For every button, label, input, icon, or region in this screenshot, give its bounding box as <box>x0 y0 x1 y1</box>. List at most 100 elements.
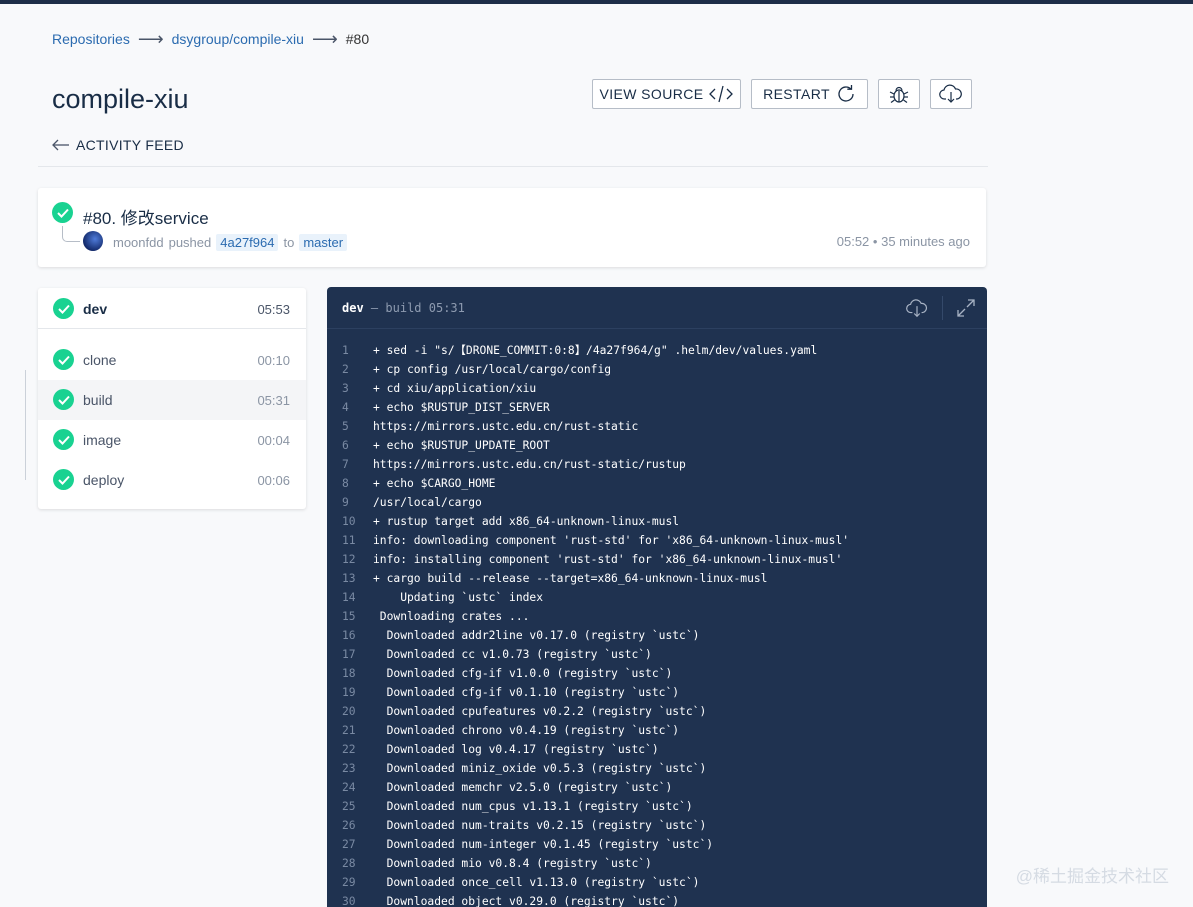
debug-button[interactable] <box>878 79 920 109</box>
log-line-number: 29 <box>342 876 356 889</box>
log-line: 2 + cp config /usr/local/cargo/config <box>327 360 849 379</box>
log-line: 8 + echo $CARGO_HOME <box>327 474 849 493</box>
log-line-number: 13 <box>342 572 356 585</box>
arrow-right-icon: ⟶ <box>311 29 338 49</box>
log-line-number: 28 <box>342 857 356 870</box>
log-line: 19 Downloaded cfg-if v0.1.10 (registry `… <box>327 683 849 702</box>
step-duration: 00:04 <box>257 433 290 448</box>
commit-clock: 05:52 <box>836 234 870 249</box>
log-line-number: 4 <box>342 401 349 414</box>
watermark: @稀土掘金技术社区 <box>1015 867 1169 886</box>
log-line-text: + rustup target add x86_64-unknown-linux… <box>373 515 680 528</box>
arrow-right-icon: ⟶ <box>137 29 164 49</box>
log-line-text: Downloading crates ... <box>373 610 530 623</box>
log-line-text: Downloaded memchr v2.5.0 (registry `ustc… <box>373 781 673 794</box>
log-line-text: info: downloading component 'rust-std' f… <box>373 534 850 547</box>
step-duration: 00:06 <box>257 473 290 488</box>
commit-branch-link[interactable]: master <box>299 234 348 251</box>
step-duration: 00:10 <box>257 353 290 368</box>
log-line-number: 23 <box>342 762 356 775</box>
log-line-text: Downloaded object v0.29.0 (registry `ust… <box>373 895 680 907</box>
log-line-number: 5 <box>342 420 349 433</box>
log-line-text: https://mirrors.ustc.edu.cn/rust-static/… <box>373 458 686 471</box>
log-line-number: 9 <box>342 496 349 509</box>
log-line-number: 27 <box>342 838 356 851</box>
log-header: dev — build 05:31 <box>327 287 987 329</box>
log-line-text: Downloaded num-integer v0.1.45 (registry… <box>373 838 714 851</box>
restart-label: RESTART <box>763 86 830 102</box>
log-line-number: 14 <box>342 591 356 604</box>
log-line-number: 6 <box>342 439 349 452</box>
log-line-number: 12 <box>342 553 356 566</box>
stage-header[interactable]: dev 05:53 <box>38 288 306 329</box>
log-line-text: Downloaded chrono v0.4.19 (registry `ust… <box>373 724 680 737</box>
breadcrumb: Repositories ⟶ dsygroup/compile-xiu ⟶ #8… <box>52 29 370 49</box>
log-line-text: + cargo build --release --target=x86_64-… <box>373 572 768 585</box>
log-line-text: + echo $RUSTUP_UPDATE_ROOT <box>373 439 550 452</box>
log-line: 11 info: downloading component 'rust-std'… <box>327 531 849 550</box>
divider <box>38 166 988 167</box>
log-line-text: + sed -i "s/【DRONE_COMMIT:0:8】/4a27f964/… <box>373 344 818 357</box>
commit-card: #80. 修改service moonfdd pushed 4a27f964 t… <box>38 188 986 267</box>
activity-feed-link[interactable]: ACTIVITY FEED <box>52 137 184 153</box>
view-source-button[interactable]: VIEW SOURCE <box>592 79 741 109</box>
log-line: 9/usr/local/cargo <box>327 493 849 512</box>
log-line: 20 Downloaded cpufeatures v0.2.2 (regist… <box>327 702 849 721</box>
log-line-text: Downloaded addr2line v0.17.0 (registry `… <box>373 629 700 642</box>
step-clone[interactable]: clone 00:10 <box>38 340 306 380</box>
log-line: 23 Downloaded miniz_oxide v0.5.3 (regist… <box>327 759 849 778</box>
breadcrumb-repo[interactable]: dsygroup/compile-xiu <box>172 31 304 47</box>
log-line-number: 16 <box>342 629 356 642</box>
log-line-number: 20 <box>342 705 356 718</box>
log-line-number: 26 <box>342 819 356 832</box>
log-line-text: Downloaded log v0.4.17 (registry `ustc`) <box>373 743 659 756</box>
dot-separator: • <box>872 234 882 249</box>
log-output: 1 + sed -i "s/【DRONE_COMMIT:0:8】/4a27f964… <box>327 341 849 907</box>
top-bar <box>0 0 1193 4</box>
log-line: 28 Downloaded mio v0.8.4 (registry `ustc… <box>327 854 849 873</box>
log-line: 1 + sed -i "s/【DRONE_COMMIT:0:8】/4a27f964… <box>327 341 849 360</box>
success-check-icon <box>53 469 74 490</box>
log-line: 7 https://mirrors.ustc.edu.cn/rust-static… <box>327 455 849 474</box>
log-line: 5 https://mirrors.ustc.edu.cn/rust-static <box>327 417 849 436</box>
log-duration: 05:31 <box>428 301 465 315</box>
log-line-number: 7 <box>342 458 349 471</box>
log-line: 29 Downloaded once_cell v1.13.0 (registr… <box>327 873 849 892</box>
log-line-text: Updating `ustc` index <box>373 591 544 604</box>
log-line: 24 Downloaded memchr v2.5.0 (registry `u… <box>327 778 849 797</box>
log-line-number: 15 <box>342 610 356 623</box>
log-line-text: /usr/local/cargo <box>373 496 482 509</box>
log-line: 18 Downloaded cfg-if v1.0.0 (registry `u… <box>327 664 849 683</box>
log-line-number: 3 <box>342 382 349 395</box>
step-connector-line <box>25 370 26 480</box>
log-line: 21 Downloaded chrono v0.4.19 (registry `… <box>327 721 849 740</box>
log-line: 27 Downloaded num-integer v0.1.45 (regis… <box>327 835 849 854</box>
restart-button[interactable]: RESTART <box>751 79 868 109</box>
step-build[interactable]: build 05:31 <box>38 380 306 420</box>
log-line-text: Downloaded cfg-if v0.1.10 (registry `ust… <box>373 686 680 699</box>
arrow-left-icon <box>52 139 69 151</box>
commit-to: to <box>283 235 295 250</box>
log-line-number: 25 <box>342 800 356 813</box>
breadcrumb-repositories[interactable]: Repositories <box>52 31 130 47</box>
commit-time: 05:52 • 35 minutes ago <box>837 234 970 249</box>
breadcrumb-current: #80 <box>345 31 370 47</box>
commit-ago: 35 minutes ago <box>881 234 970 249</box>
step-deploy[interactable]: deploy 00:06 <box>38 460 306 500</box>
commit-sha-link[interactable]: 4a27f964 <box>216 234 279 251</box>
log-controls <box>906 296 975 320</box>
log-separator: — <box>370 301 379 315</box>
success-check-icon <box>53 389 74 410</box>
log-line: 6 + echo $RUSTUP_UPDATE_ROOT <box>327 436 849 455</box>
step-name: clone <box>83 352 117 368</box>
success-check-icon <box>53 349 74 370</box>
download-logs-button[interactable] <box>930 79 972 109</box>
log-line-text: Downloaded mio v0.8.4 (registry `ustc`) <box>373 857 652 870</box>
expand-icon[interactable] <box>957 299 975 317</box>
success-check-icon <box>53 298 74 319</box>
step-name: build <box>83 392 113 408</box>
connector-line <box>62 226 80 242</box>
step-image[interactable]: image 00:04 <box>38 420 306 460</box>
log-line: 22 Downloaded log v0.4.17 (registry `ust… <box>327 740 849 759</box>
cloud-download-icon[interactable] <box>906 297 928 319</box>
